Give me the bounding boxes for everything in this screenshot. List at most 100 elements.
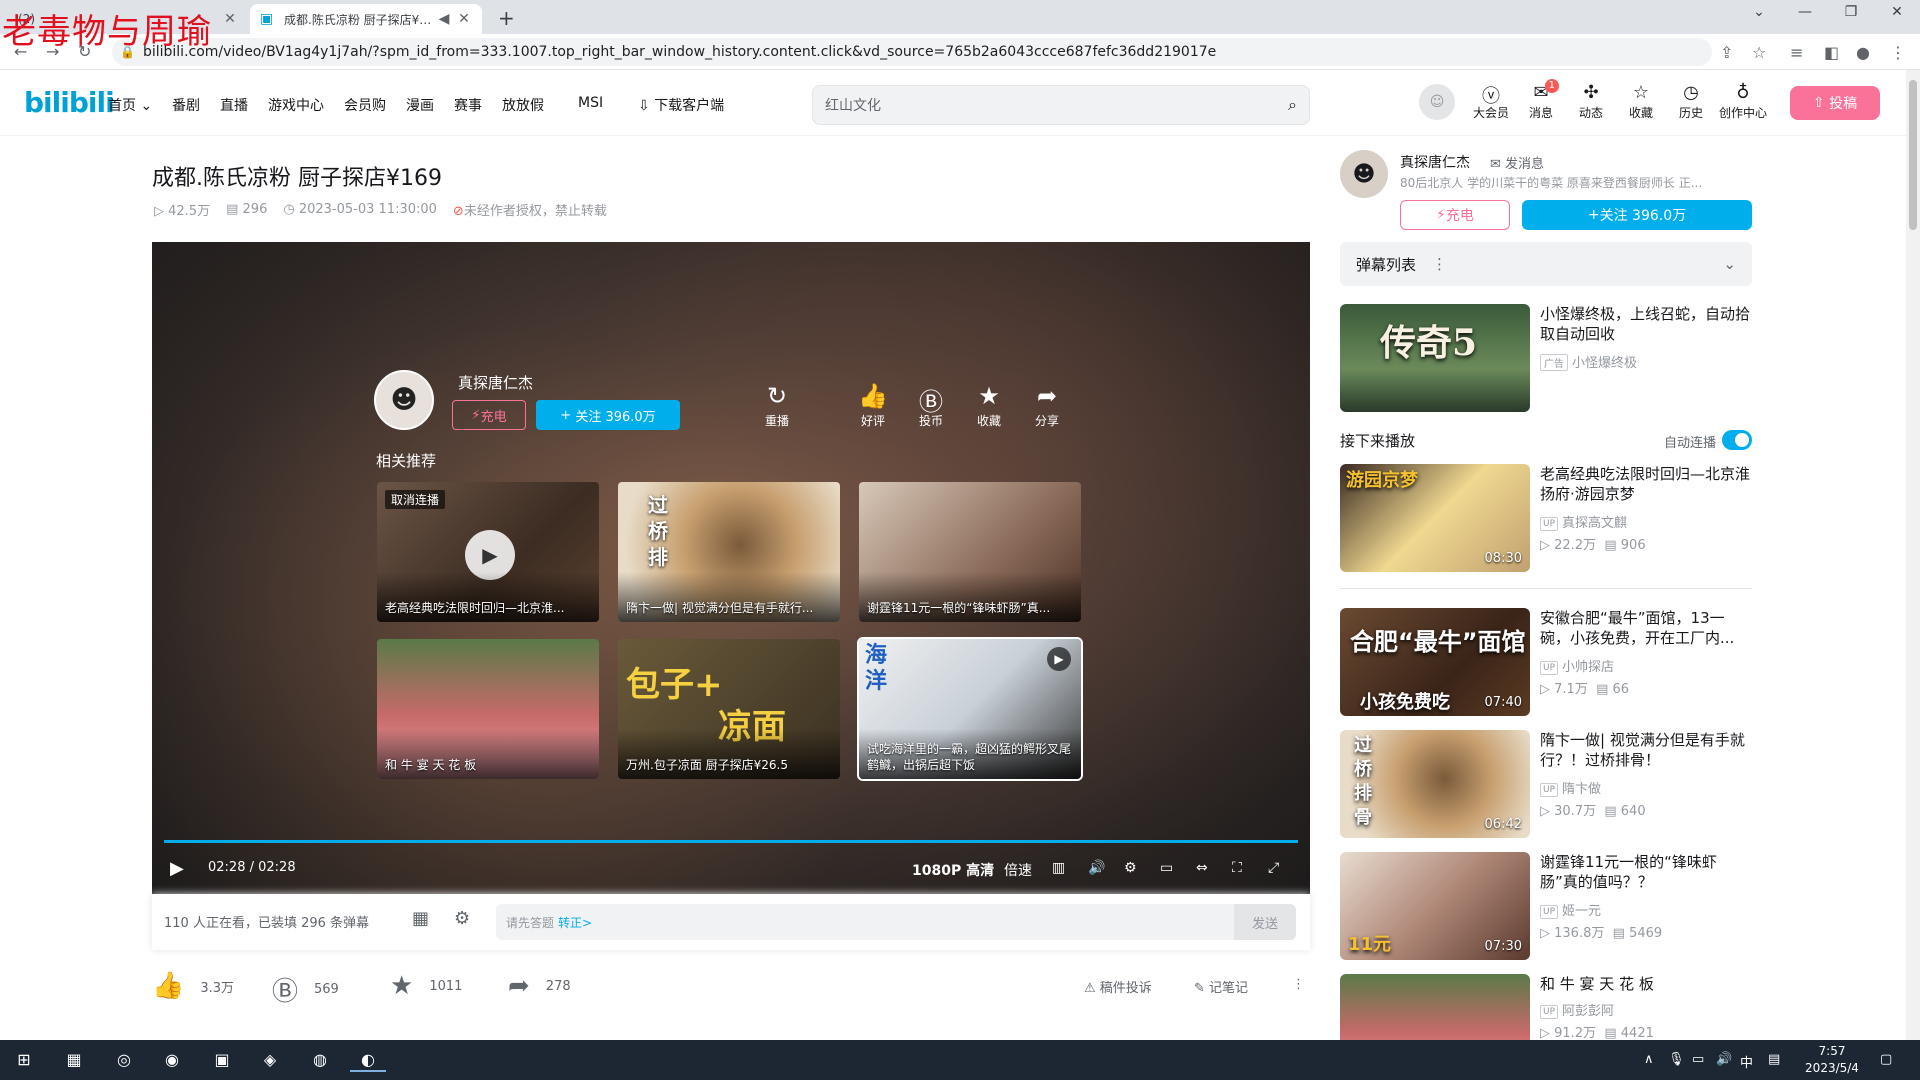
search-icon[interactable]: ⌕: [1288, 95, 1297, 115]
search-input[interactable]: 红山文化 ⌕: [812, 85, 1310, 125]
microphone-icon[interactable]: 🎙: [1668, 1052, 1685, 1067]
up-name[interactable]: 真探唐仁杰: [1400, 152, 1470, 172]
header-message[interactable]: ✉ 1 消息: [1517, 79, 1565, 121]
url-field[interactable]: 🔒 bilibili.com/video/BV1ag4y1j7ah/?spm_i…: [112, 38, 1712, 66]
app-icon[interactable]: ◎: [106, 1048, 142, 1072]
new-tab-icon[interactable]: +: [498, 6, 515, 30]
header-history[interactable]: ◷ 历史: [1667, 82, 1715, 121]
pip-icon[interactable]: ▭: [1160, 860, 1173, 876]
clock[interactable]: 7:57 2023/5/4: [1800, 1043, 1864, 1077]
charge-button[interactable]: ⚡ 充电: [1400, 200, 1510, 230]
video-title[interactable]: 和 牛 宴 天 花 板: [1540, 974, 1752, 994]
danmaku-switch-icon[interactable]: ▦: [412, 908, 429, 929]
next-video-card[interactable]: 过桥排骨 06:42 隋卞一做| 视觉满分但是有手就行？！过桥排骨！ UP 隋卞做…: [1340, 730, 1752, 838]
replay-button[interactable]: ↻ 重播: [752, 382, 802, 429]
header-favorite[interactable]: ☆ 收藏: [1617, 82, 1665, 121]
netease-music-icon[interactable]: ◍: [302, 1048, 338, 1072]
video-thumbnail[interactable]: 过桥排骨 06:42: [1340, 730, 1530, 838]
fullscreen-icon[interactable]: ⤢: [1268, 860, 1279, 876]
cancel-autoplay-button[interactable]: 取消连播: [385, 490, 446, 509]
share-button[interactable]: ➦ 分享: [1022, 382, 1072, 429]
video-title[interactable]: 谢霆锋11元一根的“锋味虾肠”真的值吗？？: [1540, 852, 1752, 892]
nav-holiday[interactable]: 放放假: [502, 95, 544, 115]
up-name[interactable]: 真探唐仁杰: [458, 372, 533, 393]
related-video-card-hovered[interactable]: 海洋 ▶ 试吃海洋里的一霸，超凶猛的鳄形叉尾鹤鱵，出锅后超下饭: [857, 637, 1083, 781]
up-avatar[interactable]: ☻: [374, 370, 434, 430]
ime-indicator[interactable]: 中: [1740, 1052, 1753, 1071]
user-avatar[interactable]: ☺: [1419, 84, 1455, 120]
danmaku-toggle-icon[interactable]: ▥: [1052, 860, 1065, 876]
widescreen-icon[interactable]: ⇔: [1196, 860, 1208, 876]
next-video-card[interactable]: 游园京梦 08:30 老高经典吃法限时回归—北京淮扬府·游园京梦 UP 真探高文麒…: [1340, 464, 1752, 572]
video-up[interactable]: UP 阿彭彭阿: [1540, 1000, 1614, 1019]
danmaku-settings-icon[interactable]: ⚙: [454, 908, 470, 929]
page-scrollbar[interactable]: [1906, 70, 1920, 1040]
side-panel-icon[interactable]: ◧: [1824, 43, 1839, 62]
header-creator[interactable]: ♁ 创作中心: [1719, 82, 1767, 121]
ad-thumbnail[interactable]: 传奇5: [1340, 304, 1530, 412]
close-window-icon[interactable]: ✕: [1874, 4, 1920, 20]
related-video-card[interactable]: 谢霆锋11元一根的“锋味虾肠”真...: [859, 482, 1081, 622]
store-icon[interactable]: ▦: [56, 1048, 92, 1072]
note-button[interactable]: ✎ 记笔记: [1194, 977, 1248, 996]
send-message-link[interactable]: ✉ 发消息: [1490, 153, 1544, 172]
send-button[interactable]: 发送: [1234, 904, 1296, 940]
ad-card[interactable]: 传奇5 小怪爆终极，上线召蛇，自动拾取自动回收 广告 小怪爆终极: [1340, 304, 1752, 412]
quality-button[interactable]: 1080P 高清: [912, 860, 994, 880]
minimize-icon[interactable]: —: [1782, 4, 1828, 20]
menu-kebab-icon[interactable]: ⋮: [1890, 43, 1906, 62]
video-thumbnail[interactable]: [1340, 974, 1530, 1040]
header-dynamic[interactable]: ✣ 动态: [1567, 82, 1615, 121]
bilibili-logo[interactable]: bilibili: [24, 86, 115, 119]
speaker-icon[interactable]: 🔊: [1716, 1052, 1732, 1067]
tab-search-icon[interactable]: ⌄: [1736, 4, 1782, 20]
share-action[interactable]: ➦ 278: [508, 971, 571, 1001]
ad-title[interactable]: 小怪爆终极，上线召蛇，自动拾取自动回收: [1540, 304, 1752, 344]
close-icon[interactable]: ✕: [456, 11, 472, 27]
app-icon[interactable]: ◉: [154, 1048, 190, 1072]
upload-button[interactable]: ⇧ 投稿: [1790, 86, 1880, 120]
video-up[interactable]: UP 隋卞做: [1540, 778, 1601, 797]
notification-icon[interactable]: ▢: [1880, 1052, 1892, 1067]
nav-msi[interactable]: MSI: [578, 95, 603, 111]
speed-button[interactable]: 倍速: [1004, 860, 1032, 880]
nav-manga[interactable]: 漫画: [406, 95, 434, 115]
video-up[interactable]: UP 小帅探店: [1540, 656, 1614, 675]
coin-button[interactable]: Ⓑ 投币: [906, 382, 956, 429]
nav-game-center[interactable]: 游戏中心: [268, 95, 324, 115]
danmaku-list-header[interactable]: 弹幕列表 ⋮ ⌄: [1340, 242, 1752, 286]
video-title[interactable]: 隋卞一做| 视觉满分但是有手就行？！过桥排骨！: [1540, 730, 1752, 770]
network-icon[interactable]: ▭: [1692, 1052, 1704, 1067]
like-button[interactable]: 👍 好评: [848, 382, 898, 429]
collect-button[interactable]: ★ 收藏: [964, 382, 1014, 429]
video-up[interactable]: UP 姬一元: [1540, 900, 1601, 919]
related-video-card[interactable]: 过桥排 隋卞一做| 视觉满分但是有手就行...: [618, 482, 840, 622]
next-video-card[interactable]: 合肥“最牛”面馆 小孩免费吃 07:40 安徽合肥“最牛”面馆，13一碗，小孩免…: [1340, 608, 1752, 716]
progress-bar[interactable]: [164, 840, 1298, 843]
quiz-link[interactable]: 转正>: [558, 914, 592, 931]
coin-action[interactable]: Ⓑ 569: [272, 971, 339, 1008]
tray-chevron-up-icon[interactable]: ∧: [1644, 1052, 1654, 1067]
mute-icon[interactable]: ◀: [436, 11, 452, 27]
video-title[interactable]: 老高经典吃法限时回归—北京淮扬府·游园京梦: [1540, 464, 1752, 504]
favorite-action[interactable]: ★ 1011: [390, 971, 462, 1001]
up-avatar[interactable]: ☻: [1340, 150, 1388, 198]
nav-live[interactable]: 直播: [220, 95, 248, 115]
danmaku-input[interactable]: 请先答题 转正> 发送: [496, 904, 1296, 940]
video-preview-icon[interactable]: ▶: [1047, 647, 1071, 671]
video-thumbnail[interactable]: 游园京梦 08:30: [1340, 464, 1530, 572]
video-thumbnail[interactable]: 11元 07:30: [1340, 852, 1530, 960]
share-icon[interactable]: ⇪: [1720, 43, 1733, 62]
video-up[interactable]: UP 真探高文麒: [1540, 512, 1627, 531]
follow-button[interactable]: + 关注 396.0万: [536, 400, 680, 430]
browser-tab-active[interactable]: ▣ 成都.陈氏凉粉 厨子探店¥169 ◀ ✕: [250, 4, 482, 34]
next-video-card[interactable]: 11元 07:30 谢霆锋11元一根的“锋味虾肠”真的值吗？？ UP 姬一元 ▷ …: [1340, 852, 1752, 960]
app-icon[interactable]: ◈: [252, 1048, 288, 1072]
nav-home[interactable]: 首页 ⌄: [108, 95, 152, 115]
charge-button[interactable]: ⚡ 充电: [452, 400, 526, 430]
settings-gear-icon[interactable]: ⚙: [1124, 860, 1137, 876]
nav-match[interactable]: 赛事: [454, 95, 482, 115]
related-video-card[interactable]: 取消连播 ▶ 老高经典吃法限时回归—北京淮...: [377, 482, 599, 622]
video-player[interactable]: ☻ 真探唐仁杰 ⚡ 充电 + 关注 396.0万 ↻ 重播 👍 好评 Ⓑ 投币 ★ 收藏 …: [152, 242, 1310, 894]
app-icon[interactable]: ▣: [204, 1048, 240, 1072]
